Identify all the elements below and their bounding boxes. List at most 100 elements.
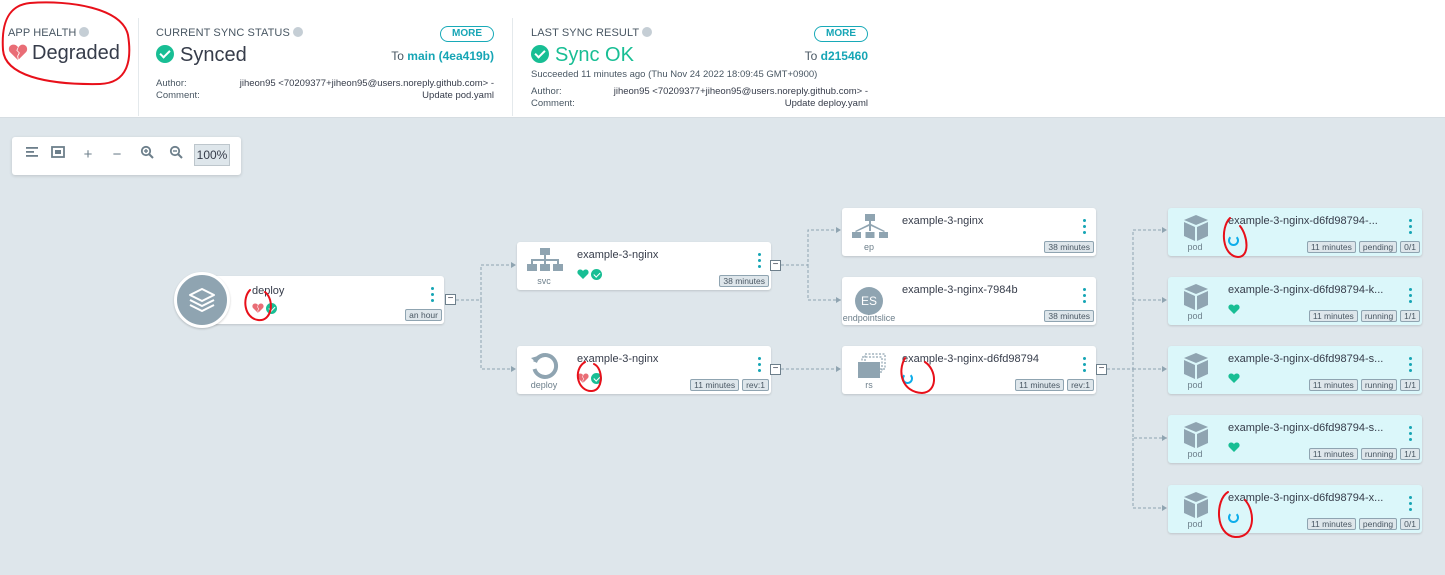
node-status: [577, 267, 602, 281]
service-icon: [525, 248, 565, 276]
node-tags: 11 minutes rev:1: [1015, 379, 1094, 391]
node-kind: pod: [1187, 242, 1203, 252]
node-status: [1228, 510, 1239, 524]
broken-heart-icon: [252, 303, 264, 313]
node-name: example-3-nginx-d6fd98794-...: [1228, 215, 1378, 227]
node-status: [1228, 302, 1240, 316]
svc-node[interactable]: svc example-3-nginx 38 minutes: [517, 242, 771, 290]
node-tags: 38 minutes: [1044, 310, 1094, 322]
node-status: [252, 301, 277, 315]
node-tag: running: [1360, 379, 1398, 391]
node-tags: 11 minutes running 1/1: [1308, 379, 1420, 391]
replicaset-icon: [850, 352, 890, 380]
pod-cube-icon: [1176, 421, 1216, 449]
node-tags: 11 minutes running 1/1: [1308, 448, 1420, 460]
node-tag: 1/1: [1400, 310, 1420, 322]
node-tags: 11 minutes running 1/1: [1308, 310, 1420, 322]
node-tag: 11 minutes: [1015, 379, 1065, 391]
node-kind: deploy: [530, 380, 558, 390]
node-menu-icon[interactable]: [1409, 357, 1413, 375]
node-name: example-3-nginx: [902, 215, 984, 227]
application-icon: [174, 272, 230, 328]
node-name: example-3-nginx-d6fd98794-s...: [1228, 422, 1384, 434]
pod-node[interactable]: pod example-3-nginx-d6fd98794-k... 11 mi…: [1168, 277, 1422, 325]
pod-node[interactable]: pod example-3-nginx-d6fd98794-s... 11 mi…: [1168, 346, 1422, 394]
pod-node[interactable]: pod example-3-nginx-d6fd98794-s... 11 mi…: [1168, 415, 1422, 463]
node-status: [902, 371, 913, 385]
node-menu-icon[interactable]: [1083, 219, 1087, 237]
pod-cube-icon: [1176, 283, 1216, 311]
collapse-toggle[interactable]: −: [1096, 364, 1107, 375]
heart-icon: [1228, 373, 1240, 383]
node-name: example-3-nginx-d6fd98794-s...: [1228, 353, 1384, 365]
node-menu-icon[interactable]: [1409, 426, 1413, 444]
node-name: example-3-nginx: [577, 353, 659, 365]
node-tag: 11 minutes: [690, 379, 740, 391]
collapse-toggle[interactable]: −: [770, 260, 781, 271]
node-menu-icon[interactable]: [1409, 288, 1413, 306]
node-tags: 11 minutes rev:1: [690, 379, 769, 391]
node-kind: endpointslice: [842, 313, 896, 323]
node-status: [1228, 440, 1240, 454]
node-tag: 38 minutes: [1044, 241, 1094, 253]
node-tag: pending: [1358, 518, 1398, 530]
node-tag: 38 minutes: [719, 275, 769, 287]
node-menu-icon[interactable]: [431, 287, 435, 305]
node-menu-icon[interactable]: [758, 357, 762, 375]
node-kind: svc: [537, 276, 551, 286]
pod-cube-icon: [1176, 491, 1216, 519]
app-node[interactable]: deploy an hour: [174, 272, 444, 328]
node-tag: 11 minutes: [1308, 379, 1358, 391]
synced-check-icon: [266, 302, 277, 314]
node-name: example-3-nginx-7984b: [902, 284, 1018, 296]
node-tag: pending: [1358, 241, 1398, 253]
node-tags: 38 minutes: [1044, 241, 1094, 253]
deploy-node[interactable]: deploy example-3-nginx 11 minutes rev:1: [517, 346, 771, 394]
node-name: deploy: [252, 285, 285, 297]
progressing-spinner-icon: [1228, 234, 1239, 246]
node-name: example-3-nginx-d6fd98794: [902, 353, 1039, 365]
pod-node[interactable]: pod example-3-nginx-d6fd98794-... 11 min…: [1168, 208, 1422, 256]
synced-check-icon: [591, 268, 602, 280]
node-tags: 11 minutes pending 0/1: [1306, 518, 1420, 530]
collapse-toggle[interactable]: −: [770, 364, 781, 375]
node-tag: 1/1: [1400, 448, 1420, 460]
node-tag: 0/1: [1400, 241, 1420, 253]
pod-node[interactable]: pod example-3-nginx-d6fd98794-x... 11 mi…: [1168, 485, 1422, 533]
node-tag: 11 minutes: [1308, 448, 1358, 460]
node-tag: 0/1: [1400, 518, 1420, 530]
heart-icon: [577, 269, 589, 279]
heart-icon: [1228, 304, 1240, 314]
node-kind: ep: [863, 242, 874, 252]
node-menu-icon[interactable]: [758, 253, 762, 271]
node-kind: pod: [1187, 380, 1203, 390]
node-tag: running: [1360, 310, 1398, 322]
node-tag: 1/1: [1400, 379, 1420, 391]
endpoints-icon: [850, 214, 890, 242]
collapse-toggle[interactable]: −: [445, 294, 456, 305]
node-tags: 38 minutes: [719, 275, 769, 287]
progressing-spinner-icon: [1228, 511, 1239, 523]
app-node-body[interactable]: deploy an hour: [204, 276, 444, 324]
node-name: example-3-nginx: [577, 249, 659, 261]
heart-icon: [1228, 442, 1240, 452]
ep-node[interactable]: ep example-3-nginx 38 minutes: [842, 208, 1096, 256]
node-tags: 11 minutes pending 0/1: [1306, 241, 1420, 253]
node-status: [577, 371, 602, 385]
node-kind: pod: [1187, 519, 1203, 529]
rs-node[interactable]: rs example-3-nginx-d6fd98794 11 minutes r…: [842, 346, 1096, 394]
node-menu-icon[interactable]: [1409, 219, 1413, 237]
broken-heart-icon: [577, 373, 589, 383]
node-menu-icon[interactable]: [1083, 357, 1087, 375]
node-menu-icon[interactable]: [1083, 288, 1087, 306]
node-tag: rev:1: [1067, 379, 1094, 391]
node-kind: rs: [865, 380, 873, 390]
endpointslice-node[interactable]: ES endpointslice example-3-nginx-7984b 3…: [842, 277, 1096, 325]
node-status: [1228, 233, 1239, 247]
node-tags: an hour: [405, 309, 442, 321]
node-name: example-3-nginx-d6fd98794-x...: [1228, 492, 1384, 504]
node-menu-icon[interactable]: [1409, 496, 1413, 514]
pod-cube-icon: [1176, 352, 1216, 380]
deployment-icon: [525, 352, 565, 380]
node-kind: pod: [1187, 449, 1203, 459]
